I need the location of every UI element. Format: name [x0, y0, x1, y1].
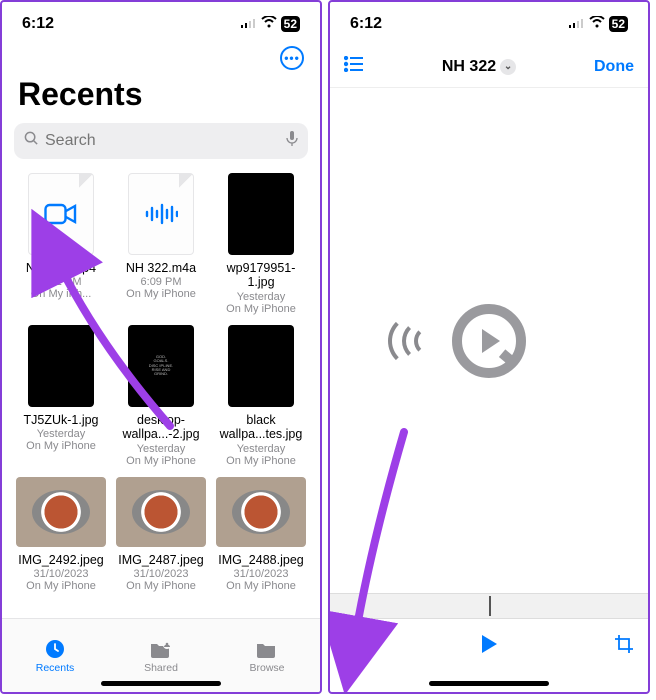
status-bar: 6:12 52 — [330, 2, 648, 46]
audio-waveform-icon — [144, 202, 178, 226]
file-name: IMG_2487.jpeg — [118, 553, 203, 567]
file-name: TJ5ZUk-1.jpg — [23, 413, 98, 427]
media-preview — [330, 88, 648, 593]
file-time: Yesterday — [37, 428, 86, 440]
file-time: 31/10/2023 — [233, 568, 288, 580]
file-location: On My iPhone — [26, 440, 96, 452]
file-name: wp9179951-1.jpg — [214, 261, 308, 290]
file-thumbnail: GOD.GOALS.DISC IPLINE.RISE ANDGRIND. — [128, 325, 194, 407]
file-item[interactable]: NH 322.mp46:12 PMOn My iPh... — [14, 173, 108, 315]
nav-title[interactable]: NH 322 ⌄ — [442, 58, 516, 76]
file-name: black wallpa...tes.jpg — [214, 413, 308, 442]
file-thumbnail — [116, 477, 206, 547]
done-button[interactable]: Done — [594, 58, 634, 76]
cellular-icon — [241, 15, 257, 33]
tab-label: Recents — [36, 662, 75, 674]
file-name: desktop-wallpa...-2.jpg — [114, 413, 208, 442]
file-time: 6:12 PM — [41, 276, 82, 288]
list-view-button[interactable] — [344, 56, 364, 77]
playhead-indicator — [489, 596, 491, 616]
search-bar[interactable] — [14, 123, 308, 159]
status-indicators: 52 — [569, 15, 628, 33]
file-time: 31/10/2023 — [33, 568, 88, 580]
file-item[interactable]: TJ5ZUk-1.jpgYesterdayOn My iPhone — [14, 325, 108, 467]
home-indicator[interactable] — [429, 681, 549, 686]
crop-trim-button[interactable] — [614, 634, 634, 659]
clock-icon — [43, 638, 67, 660]
file-item[interactable]: wp9179951-1.jpgYesterdayOn My iPhone — [214, 173, 308, 315]
tab-label: Browse — [249, 662, 284, 674]
battery-icon: 52 — [609, 16, 628, 32]
folder-icon — [255, 638, 279, 660]
file-thumbnail — [228, 173, 294, 255]
file-item[interactable]: IMG_2492.jpeg31/10/2023On My iPhone — [14, 477, 108, 592]
file-item[interactable]: IMG_2488.jpeg31/10/2023On My iPhone — [214, 477, 308, 592]
shared-folder-icon — [149, 638, 173, 660]
file-thumbnail — [216, 477, 306, 547]
status-indicators: 52 — [241, 15, 300, 33]
status-time: 6:12 — [22, 15, 54, 33]
file-name: NH 322.mp4 — [26, 261, 96, 275]
file-location: On My iPhone — [26, 580, 96, 592]
file-time: 6:09 PM — [141, 276, 182, 288]
wifi-icon — [261, 15, 277, 33]
file-item[interactable]: black wallpa...tes.jpgYesterdayOn My iPh… — [214, 325, 308, 467]
file-name: NH 322.m4a — [126, 261, 196, 275]
microphone-icon[interactable] — [286, 131, 298, 152]
file-thumbnail — [16, 477, 106, 547]
share-button[interactable] — [344, 632, 364, 661]
file-thumbnail — [28, 173, 94, 255]
file-time: Yesterday — [237, 291, 286, 303]
title-text: NH 322 — [442, 58, 496, 76]
more-options-button[interactable]: ••• — [280, 46, 304, 70]
file-name: IMG_2492.jpeg — [18, 553, 103, 567]
file-thumbnail — [28, 325, 94, 407]
cellular-icon — [569, 15, 585, 33]
files-app-screen: 6:12 52 ••• Recents NH 3 — [0, 0, 322, 694]
battery-icon: 52 — [281, 16, 300, 32]
file-thumbnail — [228, 325, 294, 407]
file-item[interactable]: GOD.GOALS.DISC IPLINE.RISE ANDGRIND. desk… — [114, 325, 208, 467]
file-time: 31/10/2023 — [133, 568, 188, 580]
search-input[interactable] — [45, 132, 286, 150]
tab-label: Shared — [144, 662, 178, 674]
search-icon — [24, 131, 39, 151]
file-location: On My iPhone — [226, 455, 296, 467]
quicktime-audio-icon — [388, 304, 590, 378]
nav-bar: NH 322 ⌄ Done — [330, 46, 648, 88]
tab-browse[interactable]: Browse — [214, 619, 320, 692]
file-item[interactable]: IMG_2487.jpeg31/10/2023On My iPhone — [114, 477, 208, 592]
status-time: 6:12 — [350, 15, 382, 33]
video-icon — [44, 202, 78, 226]
wifi-icon — [589, 15, 605, 33]
file-location: On My iPhone — [226, 303, 296, 315]
file-thumbnail — [128, 173, 194, 255]
file-item[interactable]: NH 322.m4a6:09 PMOn My iPhone — [114, 173, 208, 315]
file-location: On My iPh... — [31, 288, 92, 300]
timeline-scrubber[interactable] — [330, 593, 648, 619]
file-location: On My iPhone — [126, 288, 196, 300]
status-bar: 6:12 52 — [2, 2, 320, 46]
file-location: On My iPhone — [126, 580, 196, 592]
chevron-down-icon: ⌄ — [500, 59, 516, 75]
file-location: On My iPhone — [226, 580, 296, 592]
file-location: On My iPhone — [126, 455, 196, 467]
file-time: Yesterday — [237, 443, 286, 455]
preview-screen: 6:12 52 NH 322 ⌄ Done — [328, 0, 650, 694]
tab-bar: Recents Shared Browse — [2, 618, 320, 692]
file-time: Yesterday — [137, 443, 186, 455]
home-indicator[interactable] — [101, 681, 221, 686]
file-name: IMG_2488.jpeg — [218, 553, 303, 567]
page-title: Recents — [2, 76, 320, 123]
play-button[interactable] — [480, 634, 498, 659]
files-grid: NH 322.mp46:12 PMOn My iPh...NH 322.m4a6… — [2, 173, 320, 604]
tab-recents[interactable]: Recents — [2, 619, 108, 692]
